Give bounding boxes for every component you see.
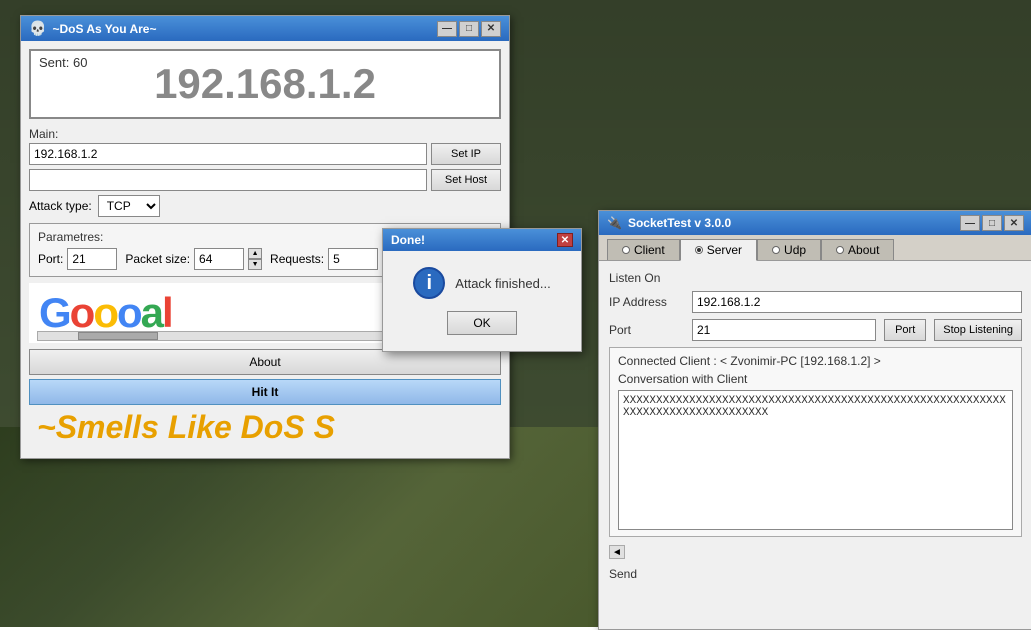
socket-minimize-btn[interactable]: —: [960, 215, 980, 231]
dos-packet-size-up[interactable]: ▲: [248, 248, 262, 259]
socket-content: Listen On IP Address Port Port Stop List…: [599, 261, 1031, 591]
socket-send-section: Send: [609, 567, 1022, 581]
socket-stop-btn[interactable]: Stop Listening: [934, 319, 1022, 341]
dos-requests-label: Requests:: [270, 252, 324, 266]
tab-about[interactable]: About: [821, 239, 894, 260]
dos-packet-size-input[interactable]: [194, 248, 244, 270]
dos-port-input[interactable]: [67, 248, 117, 270]
tab-server[interactable]: Server: [680, 239, 757, 261]
socket-tabs: Client Server Udp About: [599, 235, 1031, 261]
socket-send-label: Send: [609, 567, 1022, 581]
socket-titlebar-left: 🔌 SocketTest v 3.0.0: [607, 216, 731, 230]
dos-ip-display: Sent: 60 192.168.1.2: [29, 49, 501, 119]
tab-client-radio: [622, 246, 630, 254]
done-titlebar: Done! ✕: [383, 229, 581, 251]
socket-port-btn[interactable]: Port: [884, 319, 926, 341]
dos-packet-size-label: Packet size:: [125, 252, 190, 266]
dos-port-group: Port:: [38, 248, 117, 270]
dos-requests-input[interactable]: [328, 248, 378, 270]
dos-port-label: Port:: [38, 252, 63, 266]
dos-host-input[interactable]: [29, 169, 427, 191]
dos-slogan: ~Smells Like DoS S: [29, 405, 501, 450]
socket-titlebar-controls: — □ ✕: [960, 215, 1024, 231]
dos-restore-btn[interactable]: □: [459, 21, 479, 37]
dos-close-btn[interactable]: ✕: [481, 21, 501, 37]
dos-requests-group: Requests: ▲ ▼: [270, 248, 396, 270]
socket-connected-label: Connected Client : < Zvonimir-PC [192.16…: [618, 354, 1013, 368]
socket-restore-btn[interactable]: □: [982, 215, 1002, 231]
done-info-row: i Attack finished...: [413, 267, 550, 299]
done-title: Done!: [391, 233, 425, 247]
dos-titlebar-left: 💀 ~DoS As You Are~: [29, 20, 156, 37]
socket-listen-on-label: Listen On: [609, 271, 1022, 285]
dos-about-btn[interactable]: About: [29, 349, 501, 375]
tab-server-label: Server: [707, 243, 742, 257]
dos-packet-size-down[interactable]: ▼: [248, 259, 262, 270]
dos-google-logo: Goooal: [39, 289, 172, 337]
dos-packet-size-group: Packet size: ▲ ▼: [125, 248, 262, 270]
dos-host-row: Set Host: [29, 169, 501, 191]
dos-attack-type-row: Attack type: TCP UDP HTTP: [29, 195, 501, 217]
socket-conversation-area[interactable]: XXXXXXXXXXXXXXXXXXXXXXXXXXXXXXXXXXXXXXXX…: [618, 390, 1013, 530]
done-content: i Attack finished... OK: [383, 251, 581, 351]
socket-scroll-row: ◄: [609, 543, 1022, 561]
dos-packet-size-spinner: ▲ ▼: [248, 248, 262, 270]
socket-titlebar: 🔌 SocketTest v 3.0.0 — □ ✕: [599, 211, 1031, 235]
socket-ip-label: IP Address: [609, 295, 684, 309]
tab-client[interactable]: Client: [607, 239, 680, 260]
dos-minimize-btn[interactable]: —: [437, 21, 457, 37]
dos-set-ip-btn[interactable]: Set IP: [431, 143, 501, 165]
socket-close-btn[interactable]: ✕: [1004, 215, 1024, 231]
tab-udp-radio: [772, 246, 780, 254]
dos-ip-input[interactable]: [29, 143, 427, 165]
dos-ip-display-text: 192.168.1.2: [154, 60, 376, 108]
tab-udp-label: Udp: [784, 243, 806, 257]
dos-attack-type-label: Attack type:: [29, 199, 92, 213]
tab-about-radio: [836, 246, 844, 254]
done-ok-btn[interactable]: OK: [447, 311, 517, 335]
done-message: Attack finished...: [455, 276, 550, 291]
dos-bottom-btns: About Hit It: [29, 349, 501, 405]
done-close-btn[interactable]: ✕: [557, 233, 573, 247]
socket-port-row: Port Port Stop Listening: [609, 319, 1022, 341]
socket-port-input[interactable]: [692, 319, 876, 341]
dos-scroll-thumb[interactable]: [78, 332, 158, 340]
dos-set-host-btn[interactable]: Set Host: [431, 169, 501, 191]
dos-title: ~DoS As You Are~: [52, 22, 156, 36]
dos-main-label: Main:: [29, 127, 501, 141]
tab-about-label: About: [848, 243, 879, 257]
socket-app-icon: 🔌: [607, 216, 622, 230]
socket-scroll-left[interactable]: ◄: [609, 545, 625, 559]
socket-conversation-label: Conversation with Client: [618, 372, 1013, 386]
done-dialog: Done! ✕ i Attack finished... OK: [382, 228, 582, 352]
dos-sent: Sent: 60: [39, 55, 87, 70]
socket-ip-row: IP Address: [609, 291, 1022, 313]
tab-server-radio: [695, 246, 703, 254]
dos-app-icon: 💀: [29, 20, 46, 37]
socket-title: SocketTest v 3.0.0: [628, 216, 731, 230]
socket-port-label: Port: [609, 323, 684, 337]
tab-client-label: Client: [634, 243, 665, 257]
socket-ip-input[interactable]: [692, 291, 1022, 313]
dos-titlebar-controls: — □ ✕: [437, 21, 501, 37]
tab-udp[interactable]: Udp: [757, 239, 821, 260]
dos-ip-row: Set IP: [29, 143, 501, 165]
dos-titlebar: 💀 ~DoS As You Are~ — □ ✕: [21, 16, 509, 41]
socket-window: 🔌 SocketTest v 3.0.0 — □ ✕ Client Server…: [598, 210, 1031, 630]
done-info-icon: i: [413, 267, 445, 299]
dos-hit-btn[interactable]: Hit It: [29, 379, 501, 405]
dos-main-section: Main: Set IP Set Host Attack type: TCP U…: [29, 127, 501, 217]
dos-attack-type-select[interactable]: TCP UDP HTTP: [98, 195, 160, 217]
socket-connected-section: Connected Client : < Zvonimir-PC [192.16…: [609, 347, 1022, 537]
